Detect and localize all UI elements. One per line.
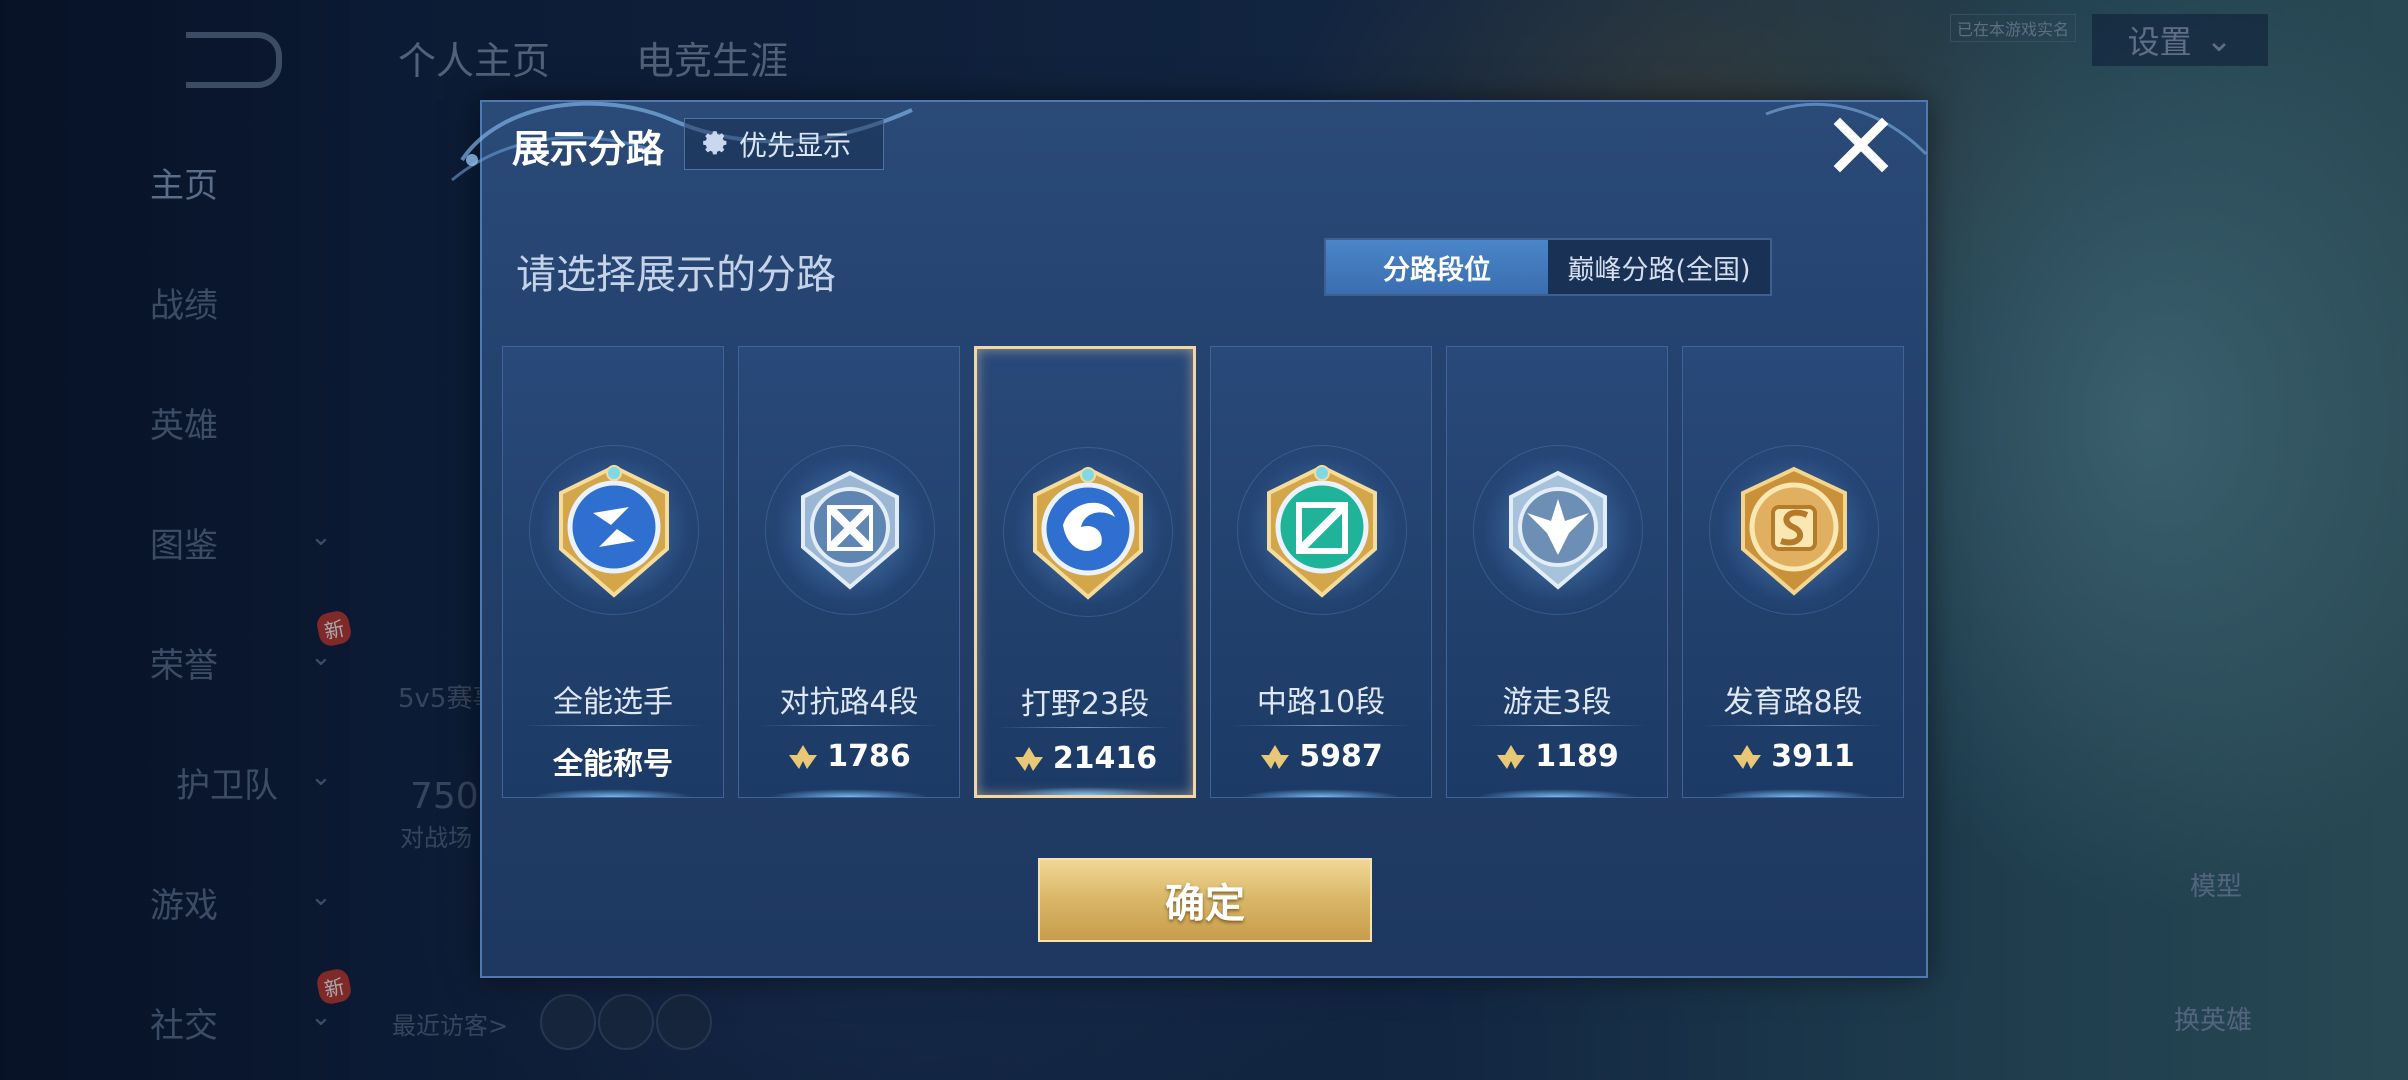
card-glow xyxy=(1007,787,1163,795)
jungle-emblem-icon xyxy=(1033,466,1143,600)
rank-type-switch: 分路段位 巅峰分路(全国) xyxy=(1324,238,1772,296)
lane-display-dialog: 展示分路 优先显示 请选择展示的分路 分路段位 巅峰分路(全国) 全能选手 全能… xyxy=(451,100,1928,978)
lane-score: 5987 xyxy=(1211,739,1431,774)
lane-card-list: 全能选手 全能称号 对抗路4段 1786 打野23段 21416 中路10段 5… xyxy=(502,346,1904,798)
lane-name: 全能选手 xyxy=(553,685,673,720)
card-glow xyxy=(1241,789,1401,797)
dialog-title: 展示分路 xyxy=(512,127,665,171)
divider xyxy=(759,725,939,726)
tab-lane-rank[interactable]: 分路段位 xyxy=(1326,240,1548,294)
lane-card-roam[interactable]: 游走3段 1189 xyxy=(1446,346,1668,798)
divider xyxy=(1467,725,1647,726)
farm-lane-emblem-icon xyxy=(1741,466,1847,596)
lane-score: 1786 xyxy=(739,739,959,774)
card-glow xyxy=(1713,789,1873,797)
tab-peak-lane[interactable]: 巅峰分路(全国) xyxy=(1548,240,1770,294)
lane-score: 全能称号 xyxy=(503,739,723,783)
lane-name: 中路10段 xyxy=(1256,685,1386,720)
lane-name: 对抗路4段 xyxy=(779,685,919,720)
close-icon xyxy=(1833,117,1889,173)
lane-card-mid[interactable]: 中路10段 5987 xyxy=(1210,346,1432,798)
lane-name: 打野23段 xyxy=(1020,687,1150,722)
lane-score: 3911 xyxy=(1683,739,1903,774)
priority-display-button[interactable]: 优先显示 xyxy=(684,118,884,170)
lane-score-value: 3911 xyxy=(1771,739,1855,774)
card-glow xyxy=(533,789,693,797)
lane-card-jungle[interactable]: 打野23段 21416 xyxy=(974,346,1196,798)
lane-score: 1189 xyxy=(1447,739,1667,774)
rank-points-icon xyxy=(1014,746,1043,771)
lane-name: 游走3段 xyxy=(1502,685,1612,720)
lane-score-value: 5987 xyxy=(1299,739,1383,774)
roam-emblem-icon xyxy=(1509,470,1607,590)
rank-points-icon xyxy=(1733,744,1762,769)
close-button[interactable] xyxy=(1826,110,1896,180)
lane-score-value: 1189 xyxy=(1535,739,1619,774)
divider xyxy=(523,725,703,726)
card-glow xyxy=(1477,789,1637,797)
dialog-subtitle: 请选择展示的分路 xyxy=(516,252,836,298)
lane-card-allround[interactable]: 全能选手 全能称号 xyxy=(502,346,724,798)
lane-name: 发育路8段 xyxy=(1723,685,1863,720)
divider xyxy=(997,727,1173,728)
clash-lane-emblem-icon xyxy=(801,470,899,590)
lane-score-value: 全能称号 xyxy=(553,747,673,782)
divider xyxy=(1231,725,1411,726)
card-glow xyxy=(769,789,929,797)
rank-points-icon xyxy=(1497,744,1526,769)
allround-emblem-icon xyxy=(559,464,669,598)
mid-lane-emblem-icon xyxy=(1267,464,1377,598)
gear-icon xyxy=(703,131,727,155)
lane-card-clash[interactable]: 对抗路4段 1786 xyxy=(738,346,960,798)
rank-points-icon xyxy=(1261,744,1290,769)
priority-label: 优先显示 xyxy=(739,129,852,162)
divider xyxy=(1703,725,1883,726)
lane-score: 21416 xyxy=(977,741,1193,776)
lane-score-value: 21416 xyxy=(1052,741,1158,776)
lane-card-farm[interactable]: 发育路8段 3911 xyxy=(1682,346,1904,798)
confirm-button[interactable]: 确定 xyxy=(1038,858,1372,942)
rank-points-icon xyxy=(789,744,818,769)
lane-score-value: 1786 xyxy=(827,739,911,774)
